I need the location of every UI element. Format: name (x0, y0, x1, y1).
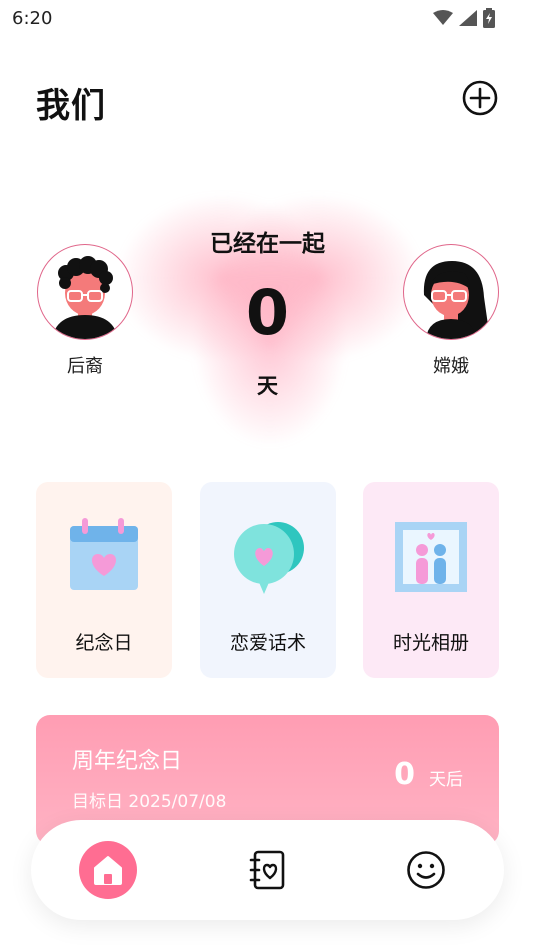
signal-icon (459, 10, 477, 26)
avatar-left[interactable] (37, 244, 133, 340)
anniversary-days-unit: 天后 (429, 770, 463, 790)
page-title: 我们 (36, 86, 106, 126)
man-avatar-icon (52, 256, 118, 339)
feature-label: 纪念日 (75, 632, 133, 654)
wifi-icon (433, 10, 453, 25)
woman-avatar-icon (423, 261, 490, 339)
photo-album-icon (395, 522, 467, 592)
feature-label: 恋爱话术 (229, 632, 306, 654)
status-bar: 6:20 (0, 0, 535, 38)
feature-card-photo-album[interactable]: 时光相册 (363, 482, 499, 678)
calendar-heart-icon (70, 518, 138, 590)
anniversary-days-left: 0 (394, 757, 415, 792)
add-button[interactable] (462, 80, 498, 116)
smile-icon (407, 851, 445, 889)
home-icon (94, 856, 122, 885)
status-time: 6:20 (12, 8, 53, 29)
battery-icon (483, 8, 495, 28)
chat-bubble-heart-icon (234, 522, 304, 594)
feature-card-love-talk[interactable]: 恋爱话术 (200, 482, 336, 678)
right-person-name: 嫦娥 (433, 356, 469, 377)
avatar-right[interactable] (403, 244, 499, 340)
anniversary-title: 周年纪念日 (72, 749, 183, 774)
bottom-nav (31, 820, 504, 920)
feature-card-anniversary[interactable]: 纪念日 (36, 482, 172, 678)
notebook-heart-icon (249, 850, 285, 890)
anniversary-target-date: 目标日 2025/07/08 (72, 792, 227, 812)
feature-label: 时光相册 (392, 632, 469, 654)
nav-profile[interactable] (397, 841, 455, 899)
nav-notebook[interactable] (239, 841, 297, 899)
status-icons (433, 8, 495, 28)
left-person-name: 后裔 (67, 356, 103, 377)
nav-home[interactable] (79, 841, 137, 899)
